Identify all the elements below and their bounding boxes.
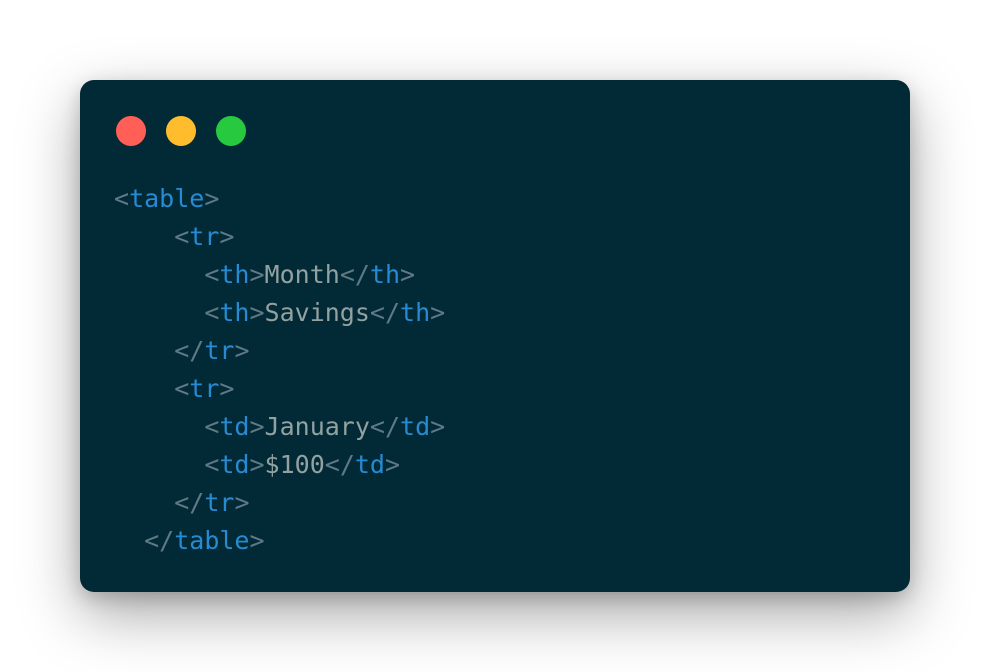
tag-bracket: < xyxy=(204,412,220,441)
tag-bracket: > xyxy=(234,336,250,365)
tag-bracket: > xyxy=(384,450,401,479)
tag-name: td xyxy=(354,450,385,479)
code-line: </table> xyxy=(114,522,445,560)
tag-bracket: > xyxy=(430,412,446,441)
tag-bracket: < xyxy=(204,450,220,479)
code-line: <th>Month</th> xyxy=(114,256,445,294)
tag-bracket: > xyxy=(430,298,446,327)
tag-bracket: </ xyxy=(369,412,401,441)
tag-bracket: > xyxy=(249,298,265,327)
tag-bracket: < xyxy=(204,298,220,327)
tag-name: th xyxy=(400,298,431,327)
tag-name: tr xyxy=(204,488,235,517)
tag-name: table xyxy=(129,184,205,213)
tag-name: td xyxy=(219,412,250,441)
tag-bracket: > xyxy=(249,526,265,555)
code-line: <table> xyxy=(114,180,445,218)
code-line: </tr> xyxy=(114,332,445,370)
code-window: <table> <tr> <th>Month</th> <th>Savings<… xyxy=(80,80,910,592)
tag-name: td xyxy=(400,412,431,441)
code-line: <td>$100</td> xyxy=(114,446,445,484)
code-line: <tr> xyxy=(114,370,445,408)
tag-name: tr xyxy=(189,374,220,403)
code-line: <th>Savings</th> xyxy=(114,294,445,332)
cell-text: Month xyxy=(264,260,340,289)
maximize-dot-icon[interactable] xyxy=(216,116,246,146)
tag-bracket: </ xyxy=(339,260,370,289)
tag-name: table xyxy=(174,526,250,555)
cell-text: Savings xyxy=(264,298,370,327)
tag-bracket: > xyxy=(204,184,220,213)
cell-text: $100 xyxy=(264,450,325,479)
tag-bracket: > xyxy=(249,412,265,441)
tag-name: th xyxy=(219,298,250,327)
code-block: <table> <tr> <th>Month</th> <th>Savings<… xyxy=(114,180,445,560)
tag-bracket: < xyxy=(204,260,220,289)
code-line: </tr> xyxy=(114,484,445,522)
close-dot-icon[interactable] xyxy=(116,116,146,146)
tag-bracket: > xyxy=(234,488,250,517)
tag-bracket: > xyxy=(219,374,235,403)
tag-bracket: </ xyxy=(324,450,355,479)
tag-name: tr xyxy=(189,222,220,251)
tag-name: tr xyxy=(204,336,235,365)
tag-bracket: </ xyxy=(144,526,175,555)
tag-bracket: </ xyxy=(369,298,401,327)
tag-bracket: > xyxy=(219,222,235,251)
tag-name: td xyxy=(219,450,250,479)
minimize-dot-icon[interactable] xyxy=(166,116,196,146)
tag-bracket: < xyxy=(174,222,190,251)
tag-name: th xyxy=(219,260,250,289)
tag-name: th xyxy=(369,260,401,289)
tag-bracket: < xyxy=(174,374,190,403)
code-line: <tr> xyxy=(114,218,445,256)
cell-text: January xyxy=(264,412,370,441)
tag-bracket: </ xyxy=(174,336,205,365)
tag-bracket: > xyxy=(249,450,265,479)
code-line: <td>January</td> xyxy=(114,408,445,446)
tag-bracket: > xyxy=(400,260,416,289)
tag-bracket: < xyxy=(114,184,130,213)
tag-bracket: </ xyxy=(174,488,205,517)
window-controls xyxy=(116,116,246,146)
tag-bracket: > xyxy=(249,260,265,289)
